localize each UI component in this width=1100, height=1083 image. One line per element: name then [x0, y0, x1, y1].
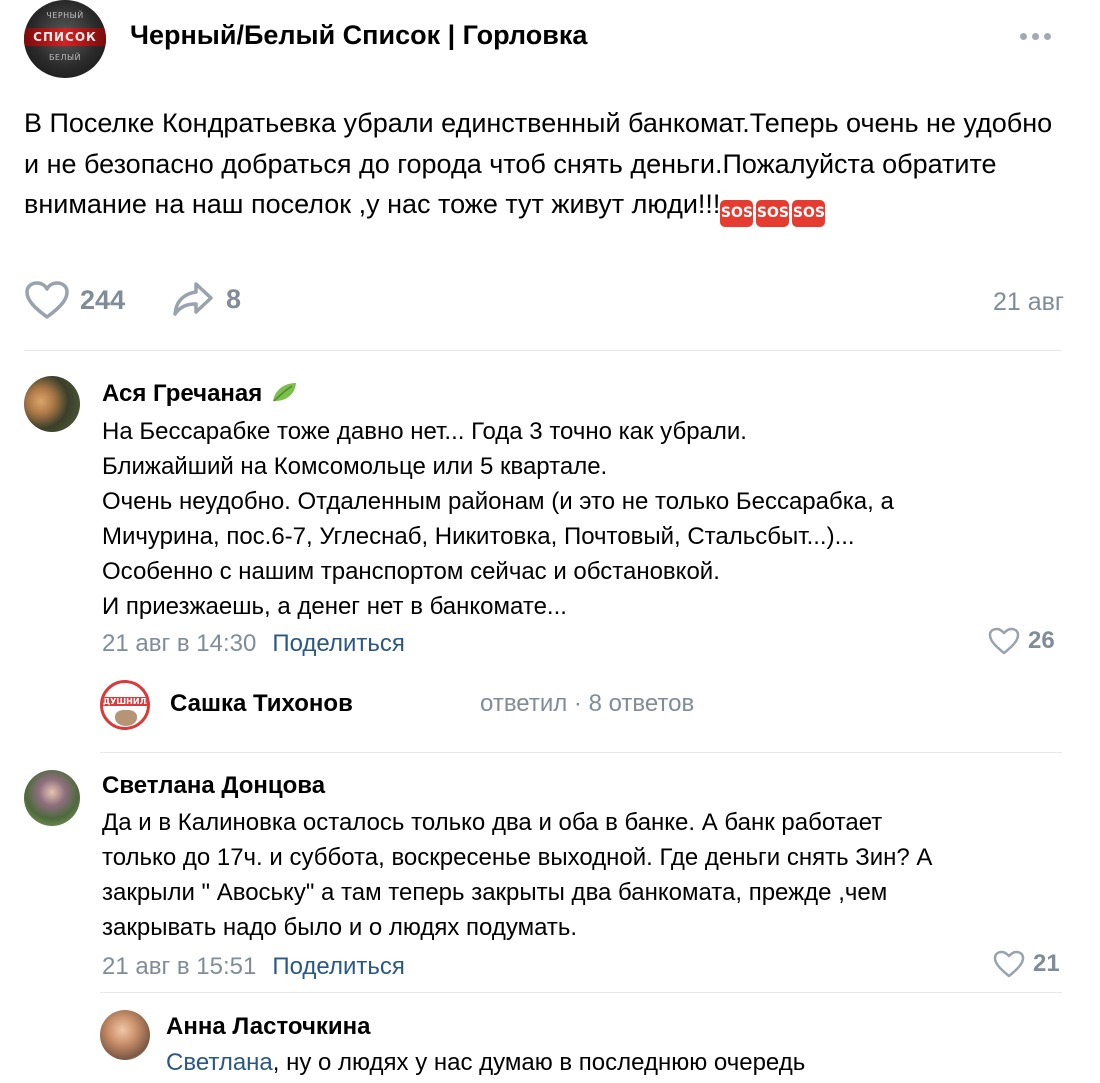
comment-line: На Бессарабке тоже давно нет... Года 3 т… [102, 418, 747, 445]
comment-text: Да и в Калиновка осталось только два и о… [102, 805, 1072, 945]
group-avatar[interactable]: ЧЕРНЫЙ СПИСОК БЕЛЫЙ [24, 0, 106, 78]
sos-emoji-icon: SOS [720, 200, 754, 227]
sos-emoji-icon: SOS [756, 200, 790, 227]
comment-meta: 21 авг в 14:30 Поделиться [102, 630, 405, 658]
post-actions: 244 8 21 авг [24, 280, 1064, 330]
post-date[interactable]: 21 авг [993, 288, 1064, 317]
comment-line: Ближайший на Комсомольце или 5 квартале. [102, 453, 608, 480]
comment-text: Светлана, ну о людях у нас думаю в после… [166, 1045, 1066, 1080]
divider [100, 752, 1062, 753]
comment-author[interactable]: Светлана Донцова [102, 772, 325, 800]
post-share-button[interactable]: 8 [172, 280, 241, 318]
comment-author[interactable]: Ася Гречаная [102, 380, 298, 408]
comment-author-name[interactable]: Ася Гречаная [102, 380, 262, 407]
reply-count: 8 ответов [588, 690, 695, 717]
comment-time[interactable]: 21 авг в 15:51 [102, 953, 256, 980]
cat-icon [115, 710, 137, 726]
mention-link[interactable]: Светлана [166, 1049, 273, 1076]
post-text: В Поселке Кондратьевка убрали единственн… [24, 103, 1074, 227]
divider [24, 350, 1062, 351]
leaf-icon [273, 383, 297, 402]
heart-icon [25, 281, 69, 319]
reply-author[interactable]: Сашка Тихонов [170, 690, 353, 718]
group-avatar-text-middle: СПИСОК [24, 28, 106, 46]
reply-action: ответил [480, 690, 568, 717]
post-like-button[interactable]: 244 [24, 280, 125, 320]
reply-thread-preview[interactable]: ДУШНИЛА Сашка Тихонов ответил · 8 ответо… [100, 680, 1000, 730]
post-like-count: 244 [80, 284, 126, 315]
more-options-icon[interactable] [1020, 30, 1056, 42]
avatar[interactable] [24, 770, 80, 826]
comment-line: И приезжаешь, а денег нет в банкомате... [102, 593, 567, 620]
heart-icon [988, 627, 1020, 655]
comment-like-count: 26 [1028, 627, 1055, 654]
heart-icon [993, 950, 1025, 978]
comment-like-count: 21 [1033, 950, 1060, 977]
comment-like-button[interactable]: 21 [993, 950, 1060, 978]
avatar[interactable] [100, 1010, 150, 1060]
comment-share-link[interactable]: Поделиться [272, 630, 405, 657]
reply-info[interactable]: ответил · 8 ответов [480, 690, 694, 718]
comment-time[interactable]: 21 авг в 14:30 [102, 630, 256, 657]
group-avatar-text-top: ЧЕРНЫЙ [46, 11, 84, 20]
post-share-count: 8 [226, 283, 242, 314]
sos-emoji-icon: SOS [792, 200, 826, 227]
comment-body: , ну о людях у нас думаю в последнюю оче… [272, 1049, 806, 1076]
share-arrow-icon [173, 282, 213, 316]
comment-share-link[interactable]: Поделиться [272, 953, 405, 980]
avatar[interactable]: ДУШНИЛА [100, 680, 150, 730]
comment-author[interactable]: Анна Ласточкина [166, 1013, 371, 1041]
comment-line: закрывать надо было и о людях подумать. [102, 914, 578, 941]
comment-meta: 21 авг в 15:51 Поделиться [102, 953, 405, 981]
avatar[interactable] [24, 376, 80, 432]
comment-text: На Бессарабке тоже давно нет... Года 3 т… [102, 414, 1062, 624]
comment-line: Особенно с нашим транспортом сейчас и об… [102, 558, 720, 585]
comment-line: только до 17ч. и суббота, воскресенье вы… [102, 844, 933, 871]
comment-line: Мичурина, пос.6-7, Углеснаб, Никитовка, … [102, 523, 855, 550]
post-body: В Поселке Кондратьевка убрали единственн… [24, 108, 1053, 219]
group-avatar-text-bottom: БЕЛЫЙ [48, 53, 82, 62]
comment-line: закрыли " Авоську" а там теперь закрыты … [102, 879, 888, 906]
comment-like-button[interactable]: 26 [988, 627, 1055, 655]
reply-separator: · [573, 690, 582, 717]
group-name[interactable]: Черный/Белый Список | Горловка [130, 20, 587, 51]
post-header: ЧЕРНЫЙ СПИСОК БЕЛЫЙ Черный/Белый Список … [0, 0, 1100, 80]
comment-line: Очень неудобно. Отдаленным районам (и эт… [102, 488, 894, 515]
divider [100, 992, 1062, 993]
comment-line: Да и в Калиновка осталось только два и о… [102, 809, 883, 836]
avatar-text: ДУШНИЛА [103, 697, 150, 706]
